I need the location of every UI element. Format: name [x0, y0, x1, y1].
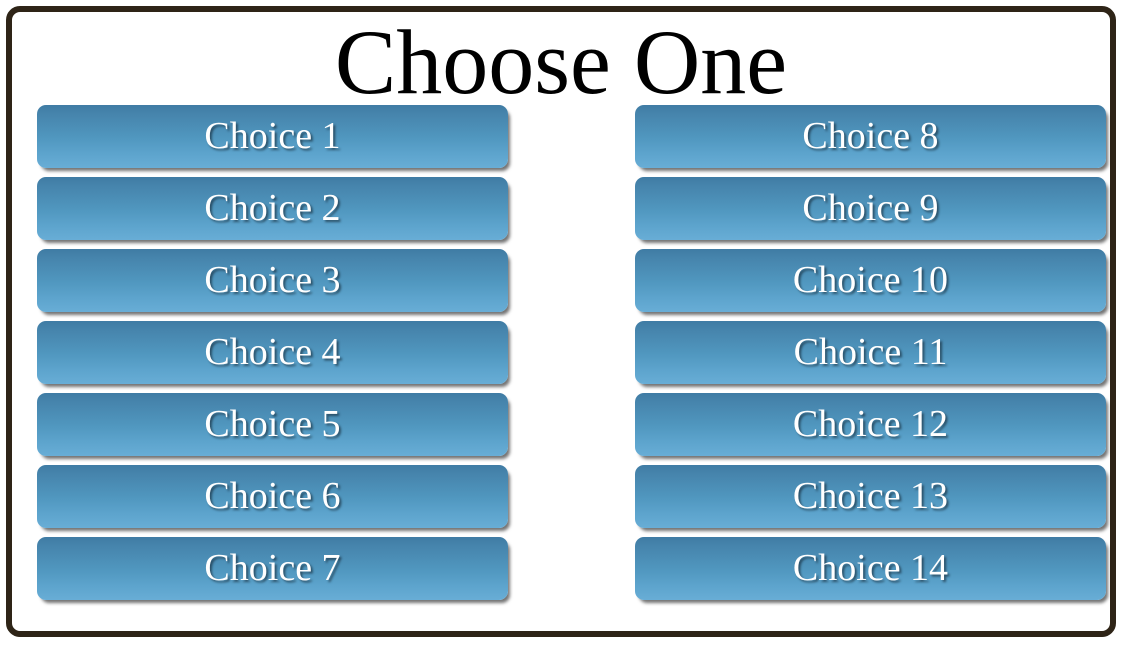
page-title: Choose One	[334, 11, 788, 113]
choice-column-right: Choice 8 Choice 9 Choice 10 Choice 11 Ch…	[635, 105, 1106, 600]
choice-button-8[interactable]: Choice 8	[635, 105, 1106, 168]
choice-column-left: Choice 1 Choice 2 Choice 3 Choice 4 Choi…	[37, 105, 508, 600]
choose-one-dialog: Choose One Choice 1 Choice 2 Choice 3 Ch…	[6, 6, 1116, 637]
choice-button-13[interactable]: Choice 13	[635, 465, 1106, 528]
choice-button-11[interactable]: Choice 11	[635, 321, 1106, 384]
choice-button-7[interactable]: Choice 7	[37, 537, 508, 600]
choice-button-4[interactable]: Choice 4	[37, 321, 508, 384]
choice-button-5[interactable]: Choice 5	[37, 393, 508, 456]
choice-button-12[interactable]: Choice 12	[635, 393, 1106, 456]
choice-button-9[interactable]: Choice 9	[635, 177, 1106, 240]
choices-grid: Choice 1 Choice 2 Choice 3 Choice 4 Choi…	[12, 105, 1110, 615]
choice-button-1[interactable]: Choice 1	[37, 105, 508, 168]
choice-button-6[interactable]: Choice 6	[37, 465, 508, 528]
choice-button-2[interactable]: Choice 2	[37, 177, 508, 240]
choice-button-14[interactable]: Choice 14	[635, 537, 1106, 600]
choice-button-10[interactable]: Choice 10	[635, 249, 1106, 312]
choice-button-3[interactable]: Choice 3	[37, 249, 508, 312]
